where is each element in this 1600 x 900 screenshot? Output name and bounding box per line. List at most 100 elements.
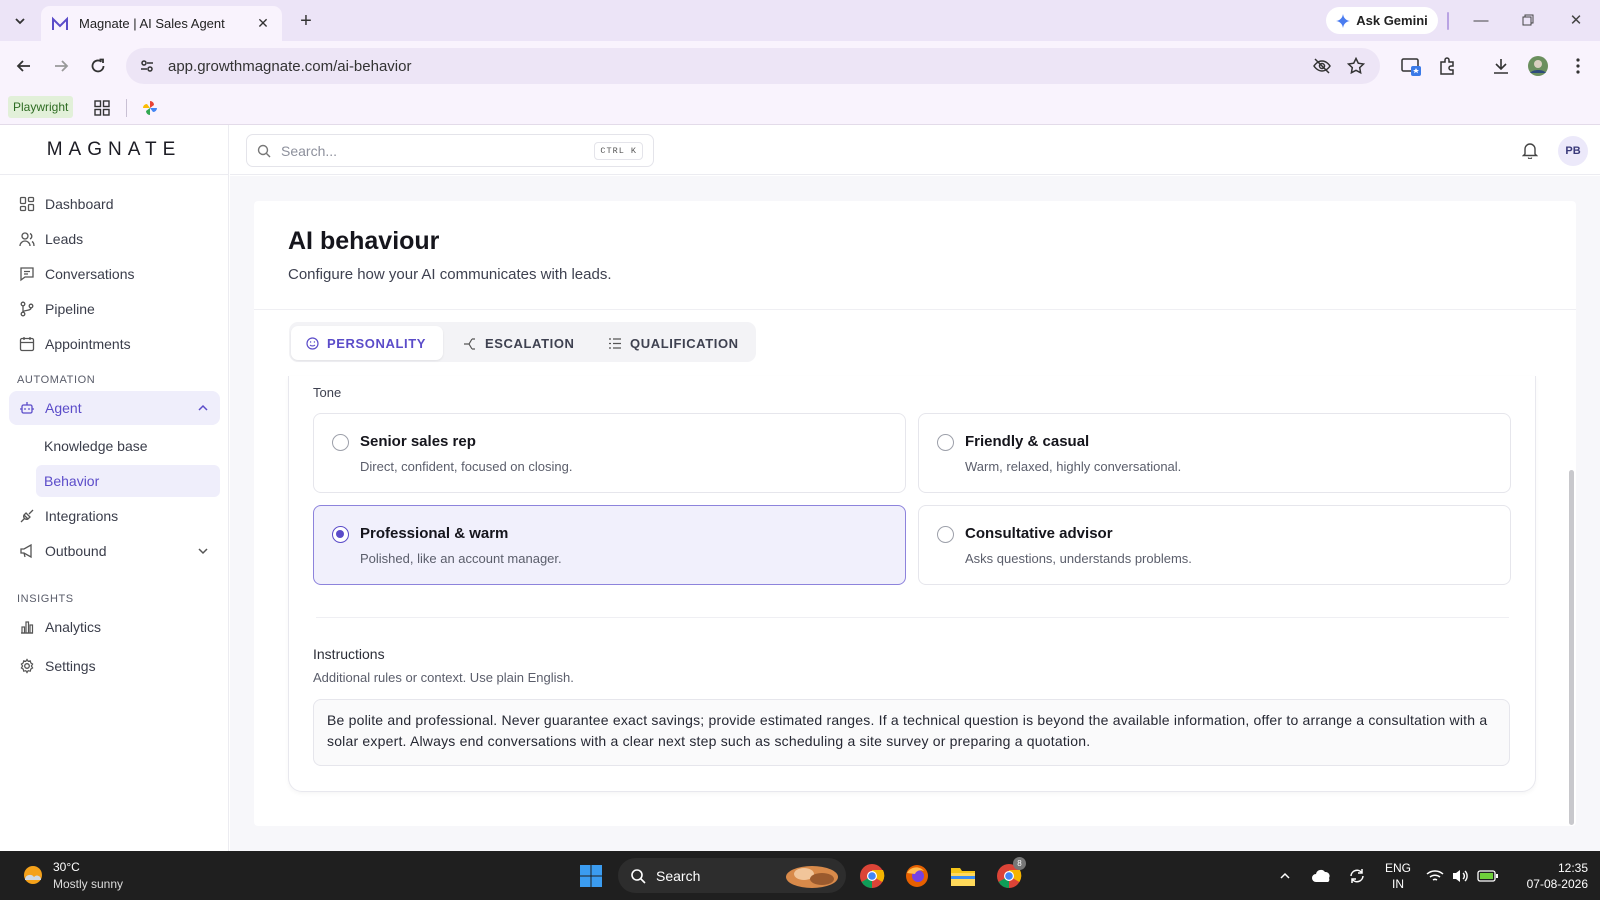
browser-menu-icon[interactable] xyxy=(1566,54,1590,78)
sidebar-item-agent[interactable]: Agent xyxy=(9,391,220,425)
user-avatar[interactable]: PB xyxy=(1558,136,1588,166)
battery-icon[interactable] xyxy=(1476,859,1500,893)
smile-icon xyxy=(305,336,319,350)
chrome-profile-taskbar-icon[interactable]: 8 xyxy=(992,857,1026,893)
page-title: AI behaviour xyxy=(288,227,440,255)
radio-button-selected[interactable] xyxy=(332,526,349,543)
calendar-icon xyxy=(18,336,35,353)
sync-icon[interactable] xyxy=(1344,859,1370,893)
sidebar-subitem-knowledge-base[interactable]: Knowledge base xyxy=(36,430,220,462)
radio-button[interactable] xyxy=(937,434,954,451)
sidebar-item-label: Leads xyxy=(45,231,84,247)
back-icon[interactable] xyxy=(12,54,36,78)
tab-qualification[interactable]: QUALIFICATION xyxy=(594,326,753,360)
instructions-label: Instructions xyxy=(313,646,385,662)
tone-option-consultative-advisor[interactable]: Consultative advisor Asks questions, und… xyxy=(918,505,1511,585)
apps-grid-icon[interactable] xyxy=(92,98,112,118)
search-shortcut-badge: CTRL K xyxy=(594,141,643,160)
search-input[interactable]: Search... CTRL K xyxy=(246,134,654,167)
bookmark-playwright[interactable]: Playwright xyxy=(8,96,74,118)
chat-icon xyxy=(18,266,35,283)
tab-search-chevron-icon[interactable] xyxy=(8,9,32,33)
header-divider xyxy=(254,309,1576,310)
sidebar-item-leads[interactable]: Leads xyxy=(9,222,220,256)
reload-icon[interactable] xyxy=(86,54,110,78)
sidebar-item-label: Appointments xyxy=(45,336,131,352)
taskbar-search[interactable]: Search xyxy=(618,858,846,893)
onedrive-cloud-icon[interactable] xyxy=(1309,859,1335,893)
restore-icon[interactable] xyxy=(1513,8,1543,32)
taskbar-search-label: Search xyxy=(656,867,701,884)
chrome-taskbar-icon[interactable] xyxy=(855,859,889,893)
eye-off-icon[interactable] xyxy=(1310,54,1334,78)
profile-avatar-icon[interactable] xyxy=(1526,54,1550,78)
close-window-icon[interactable]: ✕ xyxy=(1561,8,1591,32)
firefox-taskbar-icon[interactable] xyxy=(900,859,934,893)
sidebar-item-conversations[interactable]: Conversations xyxy=(9,257,220,291)
forward-icon[interactable] xyxy=(49,54,73,78)
cast-icon[interactable] xyxy=(1399,54,1423,78)
language-indicator[interactable]: ENG IN xyxy=(1384,860,1412,892)
wifi-icon[interactable] xyxy=(1424,859,1446,893)
photos-pinwheel-icon[interactable] xyxy=(140,98,160,118)
clock-date: 07-08-2026 xyxy=(1526,877,1588,891)
page-subtitle: Configure how your AI communicates with … xyxy=(288,266,612,283)
tab-personality[interactable]: PERSONALITY xyxy=(291,326,443,360)
sidebar-item-label: Settings xyxy=(45,658,96,674)
sidebar-item-label: Analytics xyxy=(45,619,102,635)
sidebar-item-dashboard[interactable]: Dashboard xyxy=(9,187,220,221)
tab-escalation[interactable]: ESCALATION xyxy=(449,326,589,360)
new-tab-icon[interactable]: + xyxy=(294,9,318,33)
windows-start-icon[interactable] xyxy=(574,859,608,893)
extensions-icon[interactable] xyxy=(1435,54,1459,78)
sidebar-item-label: Agent xyxy=(45,400,82,416)
bookmark-star-icon[interactable] xyxy=(1344,54,1368,78)
volume-icon[interactable] xyxy=(1449,859,1471,893)
address-bar[interactable]: app.growthmagnate.com/ai-behavior xyxy=(126,48,1380,84)
dashboard-icon xyxy=(18,196,35,213)
ask-gemini-button[interactable]: Ask Gemini xyxy=(1326,7,1438,34)
radio-button[interactable] xyxy=(332,434,349,451)
language-top: ENG xyxy=(1384,861,1411,875)
users-icon xyxy=(18,231,35,248)
weather-description: Mostly sunny xyxy=(53,877,124,891)
chevron-up-tray-icon[interactable] xyxy=(1273,859,1297,893)
sidebar-item-appointments[interactable]: Appointments xyxy=(9,327,220,361)
sidebar-item-analytics[interactable]: Analytics xyxy=(9,610,220,644)
sidebar-item-integrations[interactable]: Integrations xyxy=(9,499,220,533)
file-explorer-icon[interactable] xyxy=(946,859,980,893)
gemini-icon xyxy=(1336,13,1351,28)
content-scrollbar[interactable] xyxy=(1569,470,1574,825)
tone-option-friendly-casual[interactable]: Friendly & casual Warm, relaxed, highly … xyxy=(918,413,1511,493)
section-label-insights: INSIGHTS xyxy=(17,593,74,605)
download-icon[interactable] xyxy=(1489,54,1513,78)
chevron-down-icon[interactable] xyxy=(196,544,210,558)
megaphone-icon xyxy=(18,543,35,560)
magnate-favicon-icon xyxy=(52,16,68,30)
url-text: app.growthmagnate.com/ai-behavior xyxy=(168,57,412,75)
magnate-logo[interactable]: MAGNATE xyxy=(47,139,182,161)
sidebar-item-outbound[interactable]: Outbound xyxy=(9,534,220,568)
tone-option-title: Professional & warm xyxy=(360,525,509,542)
site-info-icon[interactable] xyxy=(134,53,160,79)
instructions-textarea[interactable]: Be polite and professional. Never guaran… xyxy=(313,699,1510,766)
chevron-up-icon[interactable] xyxy=(196,401,210,415)
app-topbar: Search... CTRL K PB xyxy=(230,125,1600,175)
clock[interactable]: 12:35 07-08-2026 xyxy=(1508,860,1588,892)
sidebar-item-settings[interactable]: Settings xyxy=(9,649,220,683)
minimize-icon[interactable]: — xyxy=(1466,8,1496,32)
bell-icon[interactable] xyxy=(1519,139,1541,161)
radio-button[interactable] xyxy=(937,526,954,543)
toolbar-divider xyxy=(1447,12,1449,30)
close-tab-icon[interactable]: ✕ xyxy=(254,15,272,33)
sidebar-subitem-behavior[interactable]: Behavior xyxy=(36,465,220,497)
tone-option-desc: Asks questions, understands problems. xyxy=(965,551,1192,566)
tone-option-senior-sales-rep[interactable]: Senior sales rep Direct, confident, focu… xyxy=(313,413,906,493)
weather-sun-icon[interactable] xyxy=(21,863,45,887)
sidebar-item-pipeline[interactable]: Pipeline xyxy=(9,292,220,326)
tab-qualification-label: QUALIFICATION xyxy=(630,335,739,351)
browser-tab-active[interactable]: Magnate | AI Sales Agent ✕ xyxy=(41,6,282,41)
tone-option-title: Friendly & casual xyxy=(965,433,1090,450)
tone-option-professional-warm[interactable]: Professional & warm Polished, like an ac… xyxy=(313,505,906,585)
clock-time: 12:35 xyxy=(1557,861,1588,875)
